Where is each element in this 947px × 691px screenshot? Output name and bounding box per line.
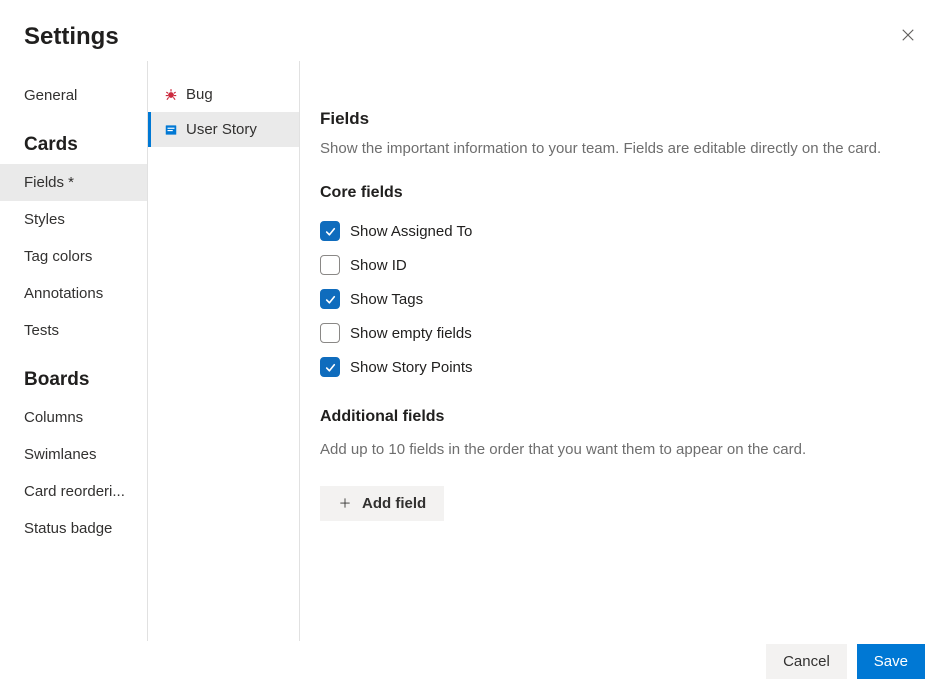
nav-group-boards: Boards: [0, 349, 147, 399]
close-icon: [899, 26, 917, 47]
wit-label: Bug: [186, 86, 213, 103]
checkbox-label: Show empty fields: [350, 325, 472, 342]
nav-tag-colors[interactable]: Tag colors: [0, 238, 147, 275]
checkbox-label: Show Tags: [350, 291, 423, 308]
nav-styles[interactable]: Styles: [0, 201, 147, 238]
checkbox[interactable]: [320, 221, 340, 241]
fields-heading: Fields: [320, 109, 923, 129]
user-story-icon: [164, 123, 178, 137]
work-item-type-list: Bug User Story: [148, 61, 300, 641]
checkbox-label: Show ID: [350, 257, 407, 274]
main-panel: Fields Show the important information to…: [300, 61, 947, 641]
core-field-row[interactable]: Show ID: [320, 248, 923, 282]
nav-group-cards: Cards: [0, 114, 147, 164]
nav-swimlanes[interactable]: Swimlanes: [0, 436, 147, 473]
wit-label: User Story: [186, 121, 257, 138]
nav-card-reordering[interactable]: Card reorderi...: [0, 473, 147, 510]
additional-fields-heading: Additional fields: [320, 408, 923, 426]
nav-status-badge[interactable]: Status badge: [0, 510, 147, 547]
checkbox[interactable]: [320, 289, 340, 309]
checkbox[interactable]: [320, 323, 340, 343]
nav-tests[interactable]: Tests: [0, 312, 147, 349]
settings-nav: General Cards Fields * Styles Tag colors…: [0, 61, 148, 641]
nav-columns[interactable]: Columns: [0, 399, 147, 436]
plus-icon: [338, 496, 352, 510]
additional-fields-description: Add up to 10 fields in the order that yo…: [320, 438, 923, 461]
fields-description: Show the important information to your t…: [320, 137, 923, 160]
core-field-row[interactable]: Show empty fields: [320, 316, 923, 350]
nav-fields[interactable]: Fields *: [0, 164, 147, 201]
nav-annotations[interactable]: Annotations: [0, 275, 147, 312]
checkbox-label: Show Assigned To: [350, 223, 472, 240]
wit-user-story[interactable]: User Story: [148, 112, 299, 147]
core-field-row[interactable]: Show Assigned To: [320, 214, 923, 248]
save-button[interactable]: Save: [857, 644, 925, 679]
core-field-row[interactable]: Show Story Points: [320, 350, 923, 384]
cancel-button[interactable]: Cancel: [766, 644, 847, 679]
add-field-label: Add field: [362, 495, 426, 512]
nav-general[interactable]: General: [0, 77, 147, 114]
core-fields-heading: Core fields: [320, 184, 923, 202]
checkbox[interactable]: [320, 255, 340, 275]
page-title: Settings: [24, 23, 119, 51]
checkbox-label: Show Story Points: [350, 359, 473, 376]
core-fields-list: Show Assigned To Show ID Show Tags Show emp…: [320, 214, 923, 384]
checkbox[interactable]: [320, 357, 340, 377]
bug-icon: [164, 88, 178, 102]
core-field-row[interactable]: Show Tags: [320, 282, 923, 316]
wit-bug[interactable]: Bug: [148, 77, 299, 112]
close-button[interactable]: [893, 20, 923, 53]
add-field-button[interactable]: Add field: [320, 486, 444, 521]
